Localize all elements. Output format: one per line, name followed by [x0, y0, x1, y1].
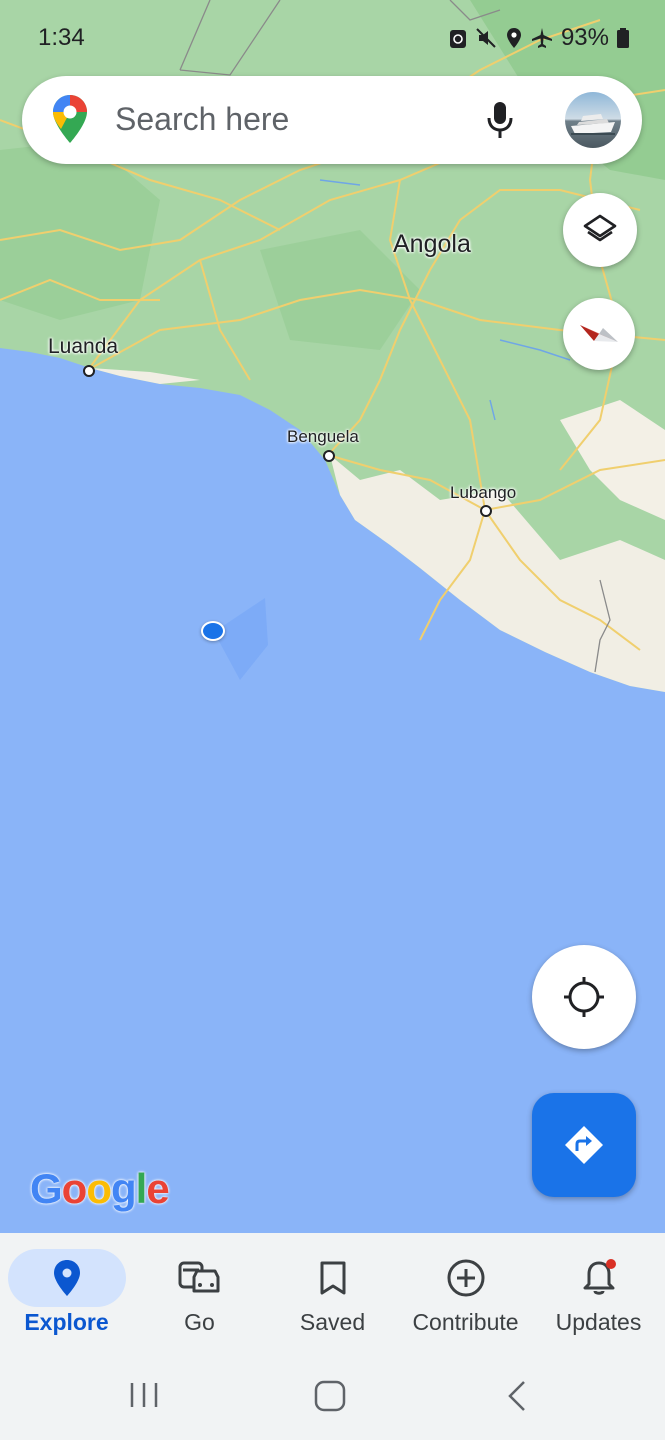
recent-apps-icon — [130, 1383, 158, 1407]
tab-explore[interactable]: Explore — [0, 1233, 133, 1353]
lubango-marker — [480, 505, 492, 517]
map-label-benguela[interactable]: Benguela — [287, 427, 359, 447]
benguela-marker — [323, 450, 335, 462]
tab-go[interactable]: Go — [133, 1233, 266, 1353]
my-location-button[interactable] — [532, 945, 636, 1049]
status-time: 1:34 — [38, 24, 85, 51]
luanda-marker — [83, 365, 95, 377]
layers-icon — [583, 214, 617, 242]
system-navigation-bar — [0, 1353, 665, 1440]
recycle-notification-icon — [449, 30, 466, 48]
crosshair-icon — [564, 977, 604, 1017]
map-label-luanda[interactable]: Luanda — [48, 335, 118, 359]
microphone-icon[interactable] — [486, 100, 514, 140]
layers-button[interactable] — [563, 193, 637, 267]
search-bar[interactable]: Search here — [22, 76, 642, 164]
back-icon — [508, 1381, 525, 1411]
commute-icon — [178, 1261, 219, 1293]
compass-button[interactable] — [563, 298, 635, 370]
tab-saved[interactable]: Saved — [266, 1233, 399, 1353]
bookmark-icon — [320, 1261, 345, 1295]
directions-icon — [565, 1126, 603, 1164]
ship-photo-icon — [571, 114, 615, 135]
battery-icon — [617, 28, 629, 48]
tab-go-label: Go — [184, 1309, 215, 1335]
map-canvas[interactable]: Angola Luanda Benguela Lubango Google — [0, 0, 665, 1233]
map-terrain — [0, 0, 665, 1233]
home-icon — [314, 1380, 346, 1412]
map-label-lubango[interactable]: Lubango — [450, 483, 516, 503]
recent-apps-button[interactable] — [128, 1379, 160, 1416]
battery-percent: 93% — [560, 24, 609, 51]
notification-bell-icon — [583, 1259, 616, 1295]
tab-updates[interactable]: Updates — [532, 1233, 665, 1353]
tab-explore-label: Explore — [24, 1309, 109, 1335]
google-logo: Google — [30, 1165, 170, 1212]
add-circle-icon — [447, 1259, 484, 1297]
location-icon — [506, 28, 521, 48]
account-avatar[interactable] — [565, 92, 621, 148]
back-button[interactable] — [502, 1379, 532, 1418]
tab-updates-label: Updates — [555, 1309, 642, 1335]
directions-button[interactable] — [532, 1093, 636, 1197]
mute-icon — [476, 28, 496, 48]
tab-saved-label: Saved — [299, 1309, 366, 1335]
google-maps-logo-icon — [53, 95, 87, 143]
current-location-dot — [201, 621, 225, 641]
explore-pin-icon — [53, 1260, 80, 1296]
home-button[interactable] — [313, 1379, 347, 1418]
map-label-country[interactable]: Angola — [393, 230, 471, 259]
tab-contribute-label: Contribute — [412, 1309, 519, 1335]
status-bar: 1:34 93% — [0, 0, 665, 78]
compass-icon — [580, 325, 618, 342]
airplane-icon — [531, 28, 552, 48]
bottom-navigation: Explore Go Saved Contribute Updates — [0, 1233, 665, 1353]
tab-contribute[interactable]: Contribute — [399, 1233, 532, 1353]
search-input[interactable]: Search here — [115, 101, 289, 138]
